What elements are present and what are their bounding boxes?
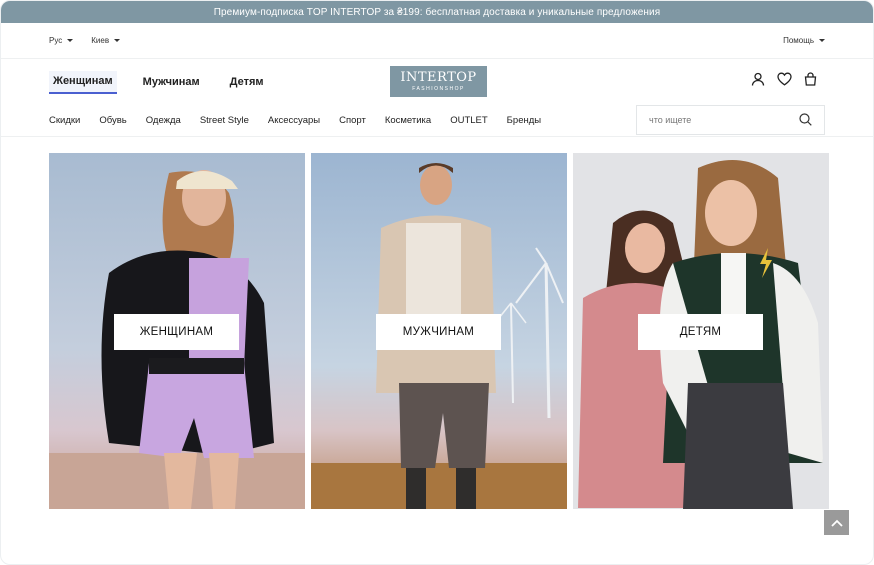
tab-men[interactable]: Мужчинам <box>139 72 204 93</box>
category-cards: ЖЕНЩИНАМ МУЖЧИНАМ ДЕТЯМ <box>49 153 829 509</box>
header-icons <box>751 72 817 86</box>
utility-left: Рус Киев <box>49 36 121 45</box>
chevron-down-icon <box>114 39 121 42</box>
help-menu[interactable]: Помощь <box>783 36 825 45</box>
men-card[interactable]: МУЖЧИНАМ <box>311 153 567 509</box>
language-label: Рус <box>49 36 63 45</box>
help-label: Помощь <box>783 36 814 45</box>
category-outlet[interactable]: OUTLET <box>450 115 487 126</box>
chevron-up-icon <box>830 519 843 527</box>
heart-icon[interactable] <box>777 72 792 86</box>
language-selector[interactable]: Рус <box>49 36 74 45</box>
logo-sub-text: FASHIONSHOP <box>412 86 465 92</box>
women-card-label[interactable]: ЖЕНЩИНАМ <box>114 314 239 350</box>
logo-main-text: INTERTOP <box>400 70 477 85</box>
city-selector[interactable]: Киев <box>91 36 121 45</box>
category-sale[interactable]: Скидки <box>49 115 80 126</box>
chevron-down-icon <box>67 39 74 42</box>
category-street-style[interactable]: Street Style <box>200 115 249 126</box>
search-icon[interactable] <box>799 113 812 126</box>
tab-kids[interactable]: Детям <box>226 72 268 93</box>
search-box[interactable] <box>636 104 825 135</box>
category-sport[interactable]: Спорт <box>339 115 366 126</box>
page-frame: Премиум-подписка TOP INTERTOP за ₴199: б… <box>0 0 874 565</box>
category-shoes[interactable]: Обувь <box>99 115 126 126</box>
city-label: Киев <box>91 36 110 45</box>
gender-tabs: Женщинам Мужчинам Детям <box>49 70 268 94</box>
promo-text[interactable]: Премиум-подписка TOP INTERTOP за ₴199: б… <box>214 7 661 18</box>
site-logo[interactable]: INTERTOP FASHIONSHOP <box>390 66 487 97</box>
men-card-label[interactable]: МУЖЧИНАМ <box>376 314 501 350</box>
category-row: Скидки Обувь Одежда Street Style Аксессу… <box>1 104 873 137</box>
kids-card[interactable]: ДЕТЯМ <box>573 153 829 509</box>
category-accessories[interactable]: Аксессуары <box>268 115 320 126</box>
category-cosmetics[interactable]: Косметика <box>385 115 431 126</box>
category-nav: Скидки Обувь Одежда Street Style Аксессу… <box>49 115 541 126</box>
user-icon[interactable] <box>751 72 765 86</box>
category-brands[interactable]: Бренды <box>507 115 541 126</box>
category-clothing[interactable]: Одежда <box>146 115 181 126</box>
utility-bar: Рус Киев Помощь <box>1 23 873 59</box>
scroll-to-top-button[interactable] <box>824 510 849 535</box>
bag-icon[interactable] <box>804 72 817 86</box>
search-input[interactable] <box>649 114 789 125</box>
promo-banner[interactable]: Премиум-подписка TOP INTERTOP за ₴199: б… <box>1 1 873 23</box>
tab-women[interactable]: Женщинам <box>49 70 117 94</box>
women-card[interactable]: ЖЕНЩИНАМ <box>49 153 305 509</box>
chevron-down-icon <box>819 39 825 42</box>
kids-card-label[interactable]: ДЕТЯМ <box>638 314 763 350</box>
main-header: Женщинам Мужчинам Детям INTERTOP FASHION… <box>1 59 873 105</box>
